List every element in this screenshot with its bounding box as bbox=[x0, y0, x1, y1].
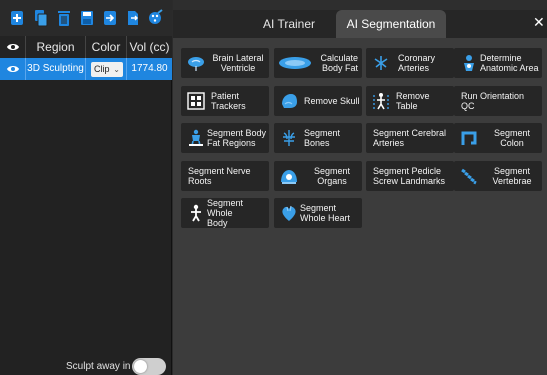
regions-table-header: Region Color Vol (cc) bbox=[0, 36, 172, 58]
body-regions-icon bbox=[189, 129, 203, 147]
table-row[interactable]: 3D Sculpting Clip ⌄ 1774.80 bbox=[0, 58, 172, 80]
tab-bar: AI Trainer AI Segmentation bbox=[173, 10, 547, 38]
tool-remove-table[interactable]: Remove Table bbox=[366, 86, 454, 116]
tool-label: Whole Heart bbox=[300, 213, 351, 223]
tool-label: Screw Landmarks bbox=[373, 176, 446, 186]
coronary-icon bbox=[374, 56, 388, 70]
import-icon[interactable] bbox=[102, 9, 118, 27]
tool-label: Patient bbox=[211, 91, 240, 101]
brain-icon bbox=[188, 57, 204, 71]
skull-icon bbox=[282, 94, 297, 108]
tool-label: Bones bbox=[304, 138, 330, 148]
tool-label: Brain Lateral bbox=[212, 53, 264, 63]
regions-panel: Region Color Vol (cc) 3D Sculpting Clip … bbox=[0, 0, 172, 375]
whole-body-icon bbox=[191, 204, 201, 222]
tool-label: Body bbox=[207, 218, 228, 228]
tool-segment-bones[interactable]: Segment Bones bbox=[274, 123, 362, 153]
tool-label: Segment bbox=[313, 166, 351, 176]
tool-label: Trackers bbox=[211, 101, 246, 111]
tool-brain-lateral-ventricle[interactable]: Brain Lateral Ventricle bbox=[181, 48, 269, 78]
eye-icon bbox=[6, 66, 19, 72]
tool-label: Segment bbox=[493, 166, 531, 176]
visibility-header[interactable] bbox=[0, 36, 26, 58]
save-icon[interactable] bbox=[79, 9, 95, 27]
tool-label: Determine bbox=[480, 53, 522, 63]
region-name[interactable]: 3D Sculpting bbox=[26, 58, 86, 80]
sculpt-toggle[interactable] bbox=[132, 358, 166, 375]
delete-icon[interactable] bbox=[56, 9, 72, 27]
trackers-icon bbox=[187, 92, 205, 110]
tool-run-orientation-qc[interactable]: Run Orientation QC bbox=[454, 86, 542, 116]
export-icon[interactable] bbox=[125, 9, 141, 27]
region-volume: 1774.80 bbox=[131, 63, 168, 74]
tool-label: Remove Table bbox=[396, 91, 430, 111]
tool-label: Segment Pedicle bbox=[373, 166, 442, 176]
row-visibility[interactable] bbox=[0, 58, 26, 80]
tool-label: Segment Cerebral bbox=[373, 128, 447, 138]
table-icon bbox=[373, 93, 389, 110]
tool-remove-skull[interactable]: Remove Skull bbox=[274, 86, 362, 116]
organs-icon bbox=[281, 170, 297, 184]
tool-coronary-arteries[interactable]: Coronary Arteries bbox=[366, 48, 454, 78]
tool-label: Vertebrae bbox=[492, 176, 532, 186]
heart-icon bbox=[282, 205, 296, 221]
tool-label: Arteries bbox=[398, 63, 430, 73]
tool-label: Remove Skull bbox=[304, 96, 360, 106]
tool-label: Coronary bbox=[398, 53, 436, 63]
add-icon[interactable] bbox=[9, 9, 25, 27]
tool-label: Anatomic Area bbox=[480, 63, 539, 73]
anatomic-area-icon bbox=[464, 55, 474, 71]
tool-label: Segment bbox=[493, 128, 531, 138]
segmentation-tools: Brain Lateral Ventricle Calculate Body Fat… bbox=[173, 38, 547, 375]
tool-segment-nerve-roots[interactable]: Segment Nerve Roots bbox=[181, 161, 269, 191]
region-header[interactable]: Region bbox=[26, 36, 86, 58]
tool-label: Segment Whole bbox=[207, 198, 244, 218]
tab-ai-segmentation[interactable]: AI Segmentation bbox=[336, 10, 446, 38]
tab-ai-trainer[interactable]: AI Trainer bbox=[250, 10, 328, 38]
tool-segment-pedicle-screw-landmarks[interactable]: Segment Pedicle Screw Landmarks bbox=[366, 161, 454, 191]
colon-icon bbox=[461, 131, 477, 145]
tool-label: Segment bbox=[304, 128, 341, 138]
tool-segment-body-fat-regions[interactable]: Segment Body Fat Regions bbox=[181, 123, 269, 153]
tool-label: QC bbox=[461, 101, 475, 111]
tool-determine-anatomic-area[interactable]: Determine Anatomic Area bbox=[454, 48, 542, 78]
regions-toolbar bbox=[0, 0, 172, 36]
copy-icon[interactable] bbox=[33, 9, 49, 27]
tool-label: Run Orientation bbox=[461, 91, 525, 101]
tool-label: Fat Regions bbox=[207, 138, 256, 148]
tool-segment-vertebrae[interactable]: Segment Vertebrae bbox=[454, 161, 542, 191]
tool-segment-organs[interactable]: Segment Organs bbox=[274, 161, 362, 191]
tool-segment-whole-heart[interactable]: Segment Whole Heart bbox=[274, 198, 362, 228]
tool-label: Arteries bbox=[373, 138, 405, 148]
tool-label: Colon bbox=[500, 138, 524, 148]
body-fat-icon bbox=[279, 57, 311, 69]
tool-label: Ventricle bbox=[220, 63, 256, 73]
tools-icon[interactable] bbox=[147, 9, 163, 27]
tool-patient-trackers[interactable]: Patient Trackers bbox=[181, 86, 269, 116]
tool-segment-whole-body[interactable]: Segment Whole Body bbox=[181, 198, 269, 228]
tool-label: Segment Nerve bbox=[188, 166, 251, 176]
tool-label: Segment Body bbox=[207, 128, 267, 138]
color-header[interactable]: Color bbox=[86, 36, 127, 58]
ai-panel: AI Trainer AI Segmentation ✕ Brain Later… bbox=[173, 0, 547, 375]
bones-icon bbox=[283, 130, 295, 146]
tool-label: Organs bbox=[317, 176, 347, 186]
toggle-knob bbox=[134, 360, 147, 373]
tool-label: Segment bbox=[300, 203, 337, 213]
vertebrae-icon bbox=[461, 168, 477, 185]
eye-icon bbox=[6, 44, 19, 50]
tool-label: Roots bbox=[188, 176, 212, 186]
tool-segment-cerebral-arteries[interactable]: Segment Cerebral Arteries bbox=[366, 123, 454, 153]
tool-label: Body Fat bbox=[321, 63, 358, 73]
close-icon[interactable]: ✕ bbox=[533, 14, 545, 31]
tool-segment-colon[interactable]: Segment Colon bbox=[454, 123, 542, 153]
color-cell bbox=[86, 58, 127, 80]
tool-label: Calculate bbox=[320, 53, 358, 63]
tool-calculate-body-fat[interactable]: Calculate Body Fat bbox=[274, 48, 362, 78]
volume-header[interactable]: Vol (cc) bbox=[127, 36, 172, 58]
